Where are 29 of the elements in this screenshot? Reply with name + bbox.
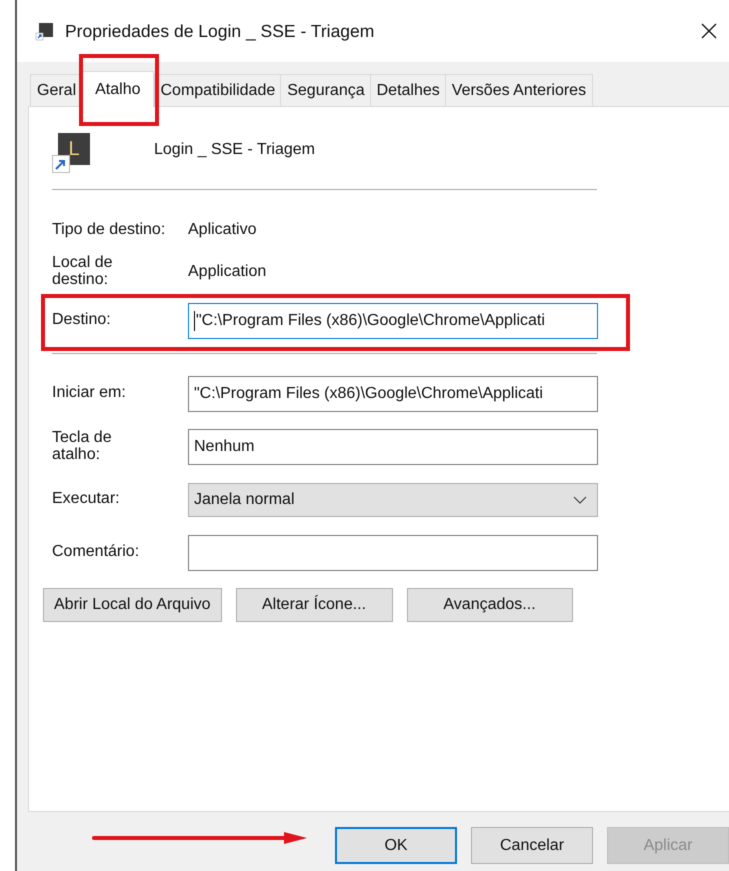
tab[interactable]: Detalhes bbox=[370, 74, 447, 106]
chevron-down-icon bbox=[573, 496, 587, 504]
field-label: Comentário: bbox=[52, 544, 140, 561]
input-field[interactable]: Nenhum bbox=[188, 428, 598, 465]
action-button[interactable]: Abrir Local do Arquivo bbox=[43, 588, 222, 622]
window-title: Propriedades de Login _ SSE - Triagem bbox=[65, 20, 376, 42]
field-label: Destino: bbox=[52, 312, 112, 329]
close-icon[interactable] bbox=[701, 23, 717, 39]
dialog-button[interactable]: OK bbox=[335, 827, 458, 864]
field-value: Application bbox=[188, 262, 266, 281]
field-label: Iniciar em: bbox=[52, 385, 127, 402]
tab[interactable]: Compatibilidade bbox=[154, 74, 282, 106]
dialog-button[interactable]: Cancelar bbox=[471, 827, 594, 864]
input-field[interactable] bbox=[188, 534, 598, 571]
field-label: Tecla de atalho: bbox=[52, 430, 113, 464]
field-label: Tipo de destino: bbox=[52, 222, 166, 238]
action-button[interactable]: Avançados... bbox=[406, 588, 573, 622]
field-value: Aplicativo bbox=[188, 221, 256, 239]
shortcut-app-icon bbox=[35, 21, 55, 41]
tab[interactable]: Atalho bbox=[82, 71, 154, 107]
tab[interactable]: Segurança bbox=[280, 74, 372, 106]
input-field[interactable]: "C:\Program Files (x86)\Google\Chrome\Applicati bbox=[188, 376, 598, 412]
action-button[interactable]: Alterar Ícone... bbox=[236, 588, 393, 622]
tab[interactable]: Versões Anteriores bbox=[444, 74, 594, 106]
run-dropdown[interactable]: Janela normal bbox=[188, 482, 598, 517]
target-field[interactable]: "C:\Program Files (x86)\Google\Chrome\Applicati bbox=[188, 302, 598, 339]
field-label: Local de destino: bbox=[52, 255, 114, 289]
shortcut-name: Login _ SSE - Triagem bbox=[154, 141, 315, 159]
field-label: Executar: bbox=[52, 491, 121, 508]
